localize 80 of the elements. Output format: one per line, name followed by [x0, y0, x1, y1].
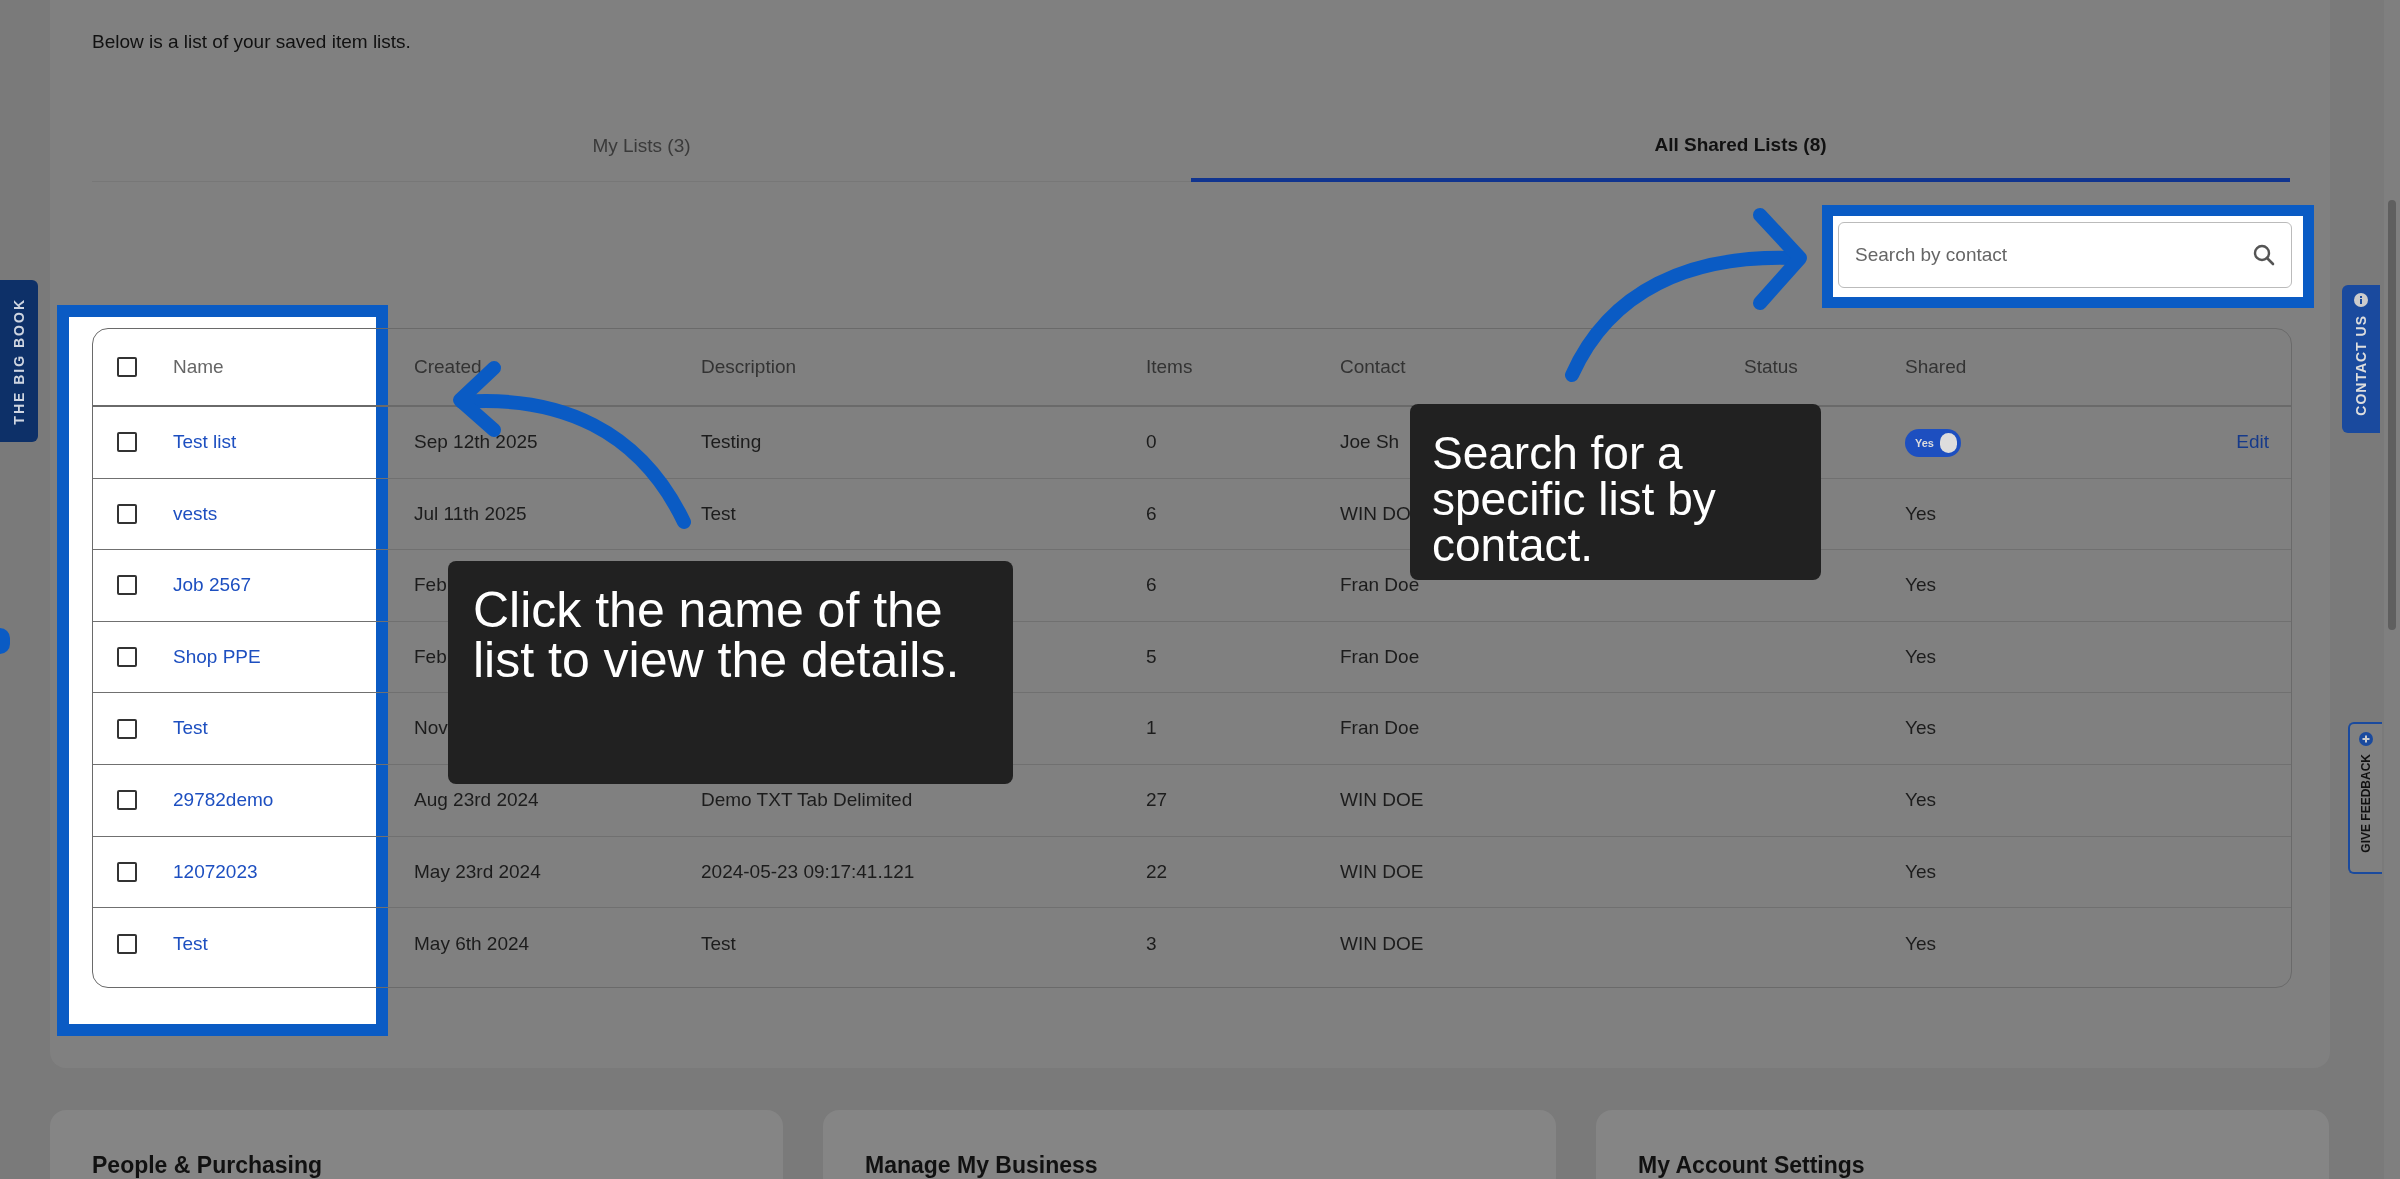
- table-cell: 22: [1146, 860, 1168, 882]
- list-name-link[interactable]: Test: [173, 932, 208, 954]
- list-name-link[interactable]: vests: [173, 502, 218, 524]
- side-tab-label: CONTACT US: [2351, 315, 2370, 416]
- table-cell: 2024-05-23 09:17:41.121: [701, 860, 915, 882]
- list-name-link[interactable]: Shop PPE: [173, 645, 261, 667]
- table-cell: Fran Doe: [1340, 574, 1420, 596]
- side-tab[interactable]: THE BIG BOOK: [0, 280, 38, 442]
- table-cell: Feb: [414, 645, 447, 667]
- checkbox[interactable]: [117, 432, 137, 453]
- toggle-switch[interactable]: Yes: [1905, 429, 1961, 458]
- checkbox[interactable]: [117, 861, 137, 882]
- table-cell: Yes: [1905, 717, 1936, 739]
- card-title: My Account Settings: [1638, 1152, 1865, 1178]
- table-cell: Yes: [1905, 789, 1936, 810]
- table-cell: WIN DOE: [1340, 789, 1424, 810]
- table-cell: Feb: [414, 574, 447, 596]
- checkbox[interactable]: [117, 575, 137, 596]
- table-cell: WIN DOE: [1340, 932, 1424, 954]
- table-cell: Yes: [1905, 932, 1936, 954]
- checkbox[interactable]: [117, 718, 137, 739]
- table-cell: WIN DOE: [1340, 860, 1424, 882]
- table-cell: 0: [1146, 431, 1157, 453]
- list-name-link[interactable]: 29782demo: [173, 789, 274, 810]
- info-icon: [2354, 293, 2368, 307]
- table-cell: Yes: [1905, 574, 1936, 596]
- column-header: Name: [173, 355, 224, 377]
- table-cell: Test: [701, 502, 736, 524]
- list-name-link[interactable]: Job 2567: [173, 574, 252, 596]
- edge-marker: [0, 628, 10, 654]
- column-header: Description: [701, 355, 797, 377]
- table-cell: Jul 11th 2025: [414, 502, 527, 524]
- table-cell: 1: [1146, 717, 1157, 739]
- intro-text: Below is a list of your saved item lists.: [92, 30, 412, 52]
- checkbox[interactable]: [117, 790, 137, 811]
- checkbox[interactable]: [117, 647, 137, 668]
- table-cell: Aug 23rd 2024: [414, 789, 539, 810]
- card-title: People & Purchasing: [92, 1152, 323, 1178]
- list-name-link[interactable]: Test: [173, 717, 208, 739]
- table-cell: 6: [1146, 574, 1157, 596]
- table-cell: WIN DO: [1340, 502, 1411, 524]
- feedback-tab[interactable]: GIVE FEEDBACK: [2348, 722, 2382, 874]
- column-header: Created: [414, 355, 482, 377]
- table-cell: 6: [1146, 502, 1157, 524]
- table-cell: Fran Doe: [1340, 717, 1420, 739]
- search-field[interactable]: Search by contact: [1838, 222, 2292, 288]
- checkbox[interactable]: [117, 503, 137, 524]
- table-cell: Testing: [701, 431, 762, 453]
- callout-text: Search for a specific list by contact.: [1432, 430, 1717, 568]
- table-cell: Sep 12th 2025: [414, 431, 538, 453]
- plus-icon: [2359, 732, 2373, 746]
- table-cell: Yes: [1905, 860, 1936, 882]
- table-cell: Yes: [1905, 502, 1936, 524]
- column-header: Status: [1744, 355, 1798, 377]
- scrollbar-thumb[interactable]: [2388, 200, 2396, 630]
- column-header: Items: [1146, 355, 1193, 377]
- search-icon: [2252, 243, 2276, 267]
- list-name-link[interactable]: Test list: [173, 431, 237, 453]
- table-cell: Test: [701, 932, 736, 954]
- column-header: Shared: [1905, 355, 1967, 377]
- checkbox[interactable]: [117, 933, 137, 954]
- side-tab-label: THE BIG BOOK: [9, 297, 28, 425]
- table-cell: Nov: [414, 717, 448, 739]
- table-cell: May 6th 2024: [414, 932, 530, 954]
- table-cell: Demo TXT Tab Delimited: [701, 789, 913, 810]
- table-cell: Fran Doe: [1340, 645, 1420, 667]
- table-cell: Joe Sh: [1340, 431, 1400, 453]
- table-cell: 5: [1146, 645, 1157, 667]
- table-cell: 3: [1146, 932, 1157, 954]
- checkbox[interactable]: [117, 357, 137, 377]
- callout-text: Click the name of the list to view the details.: [473, 585, 961, 685]
- card-title: Manage My Business: [865, 1152, 1098, 1178]
- column-header: Contact: [1340, 355, 1406, 377]
- table-cell: 27: [1146, 789, 1168, 810]
- side-tab-label: GIVE FEEDBACK: [2358, 754, 2374, 853]
- list-name-link[interactable]: 12072023: [173, 860, 258, 882]
- contact-tab[interactable]: CONTACT US: [2342, 285, 2380, 433]
- table-cell: Yes: [1905, 645, 1936, 667]
- table-cell: May 23rd 2024: [414, 860, 541, 882]
- tab[interactable]: All Shared Lists (8): [1191, 112, 2290, 182]
